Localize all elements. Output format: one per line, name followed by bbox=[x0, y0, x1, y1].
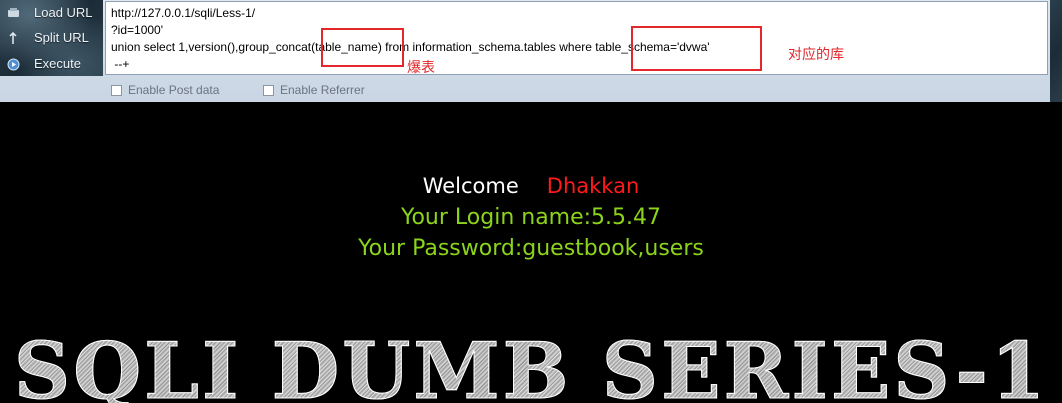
url-line-3: union select 1,version(),group_concat(ta… bbox=[111, 40, 710, 54]
enable-referrer-checkbox[interactable]: Enable Referrer bbox=[263, 82, 365, 98]
url-line-1: http://127.0.0.1/sqli/Less-1/ bbox=[111, 6, 256, 20]
load-url-label: Load URL bbox=[34, 5, 93, 20]
execute-icon bbox=[6, 57, 20, 71]
split-url-icon bbox=[6, 31, 20, 45]
welcome-line: Welcome Dhakkan bbox=[0, 174, 1062, 198]
load-url-icon bbox=[6, 6, 20, 20]
schema-annotation: 对应的库 bbox=[788, 47, 844, 63]
enable-post-label: Enable Post data bbox=[128, 83, 220, 97]
enable-referrer-label: Enable Referrer bbox=[280, 83, 365, 97]
banner-text: SQLI DUMB SERIES-1 bbox=[0, 326, 1062, 403]
url-textarea[interactable]: http://127.0.0.1/sqli/Less-1/ ?id=1000' … bbox=[105, 1, 1048, 75]
login-name-line: Your Login name:5.5.47 bbox=[400, 205, 662, 230]
toolbar-edge-decoration bbox=[1050, 0, 1062, 102]
table-schema-highlight bbox=[631, 26, 762, 71]
execute-button[interactable]: Execute bbox=[0, 52, 103, 76]
table-name-highlight bbox=[321, 28, 404, 67]
password-line: Your Password:guestbook,users bbox=[358, 236, 704, 261]
execute-label: Execute bbox=[34, 56, 81, 71]
welcome-name: Dhakkan bbox=[546, 174, 640, 198]
hackbar-toolbar: Load URL Split URL Execute http://127.0.… bbox=[0, 0, 1062, 102]
checkbox-box bbox=[263, 84, 274, 96]
series-banner: SQLI DUMB SERIES-1 bbox=[0, 300, 1062, 403]
welcome-text: Welcome bbox=[422, 174, 519, 198]
enable-post-checkbox[interactable]: Enable Post data bbox=[111, 82, 219, 98]
url-line-4: --+ bbox=[111, 57, 130, 71]
url-line-2: ?id=1000' bbox=[111, 23, 164, 37]
split-url-button[interactable]: Split URL bbox=[0, 26, 103, 50]
table-name-annotation: 爆表 bbox=[407, 60, 435, 76]
hackbar-side-menu: Load URL Split URL Execute bbox=[0, 0, 103, 76]
load-url-button[interactable]: Load URL bbox=[0, 1, 103, 25]
checkbox-box bbox=[111, 84, 122, 96]
split-url-label: Split URL bbox=[34, 30, 89, 45]
